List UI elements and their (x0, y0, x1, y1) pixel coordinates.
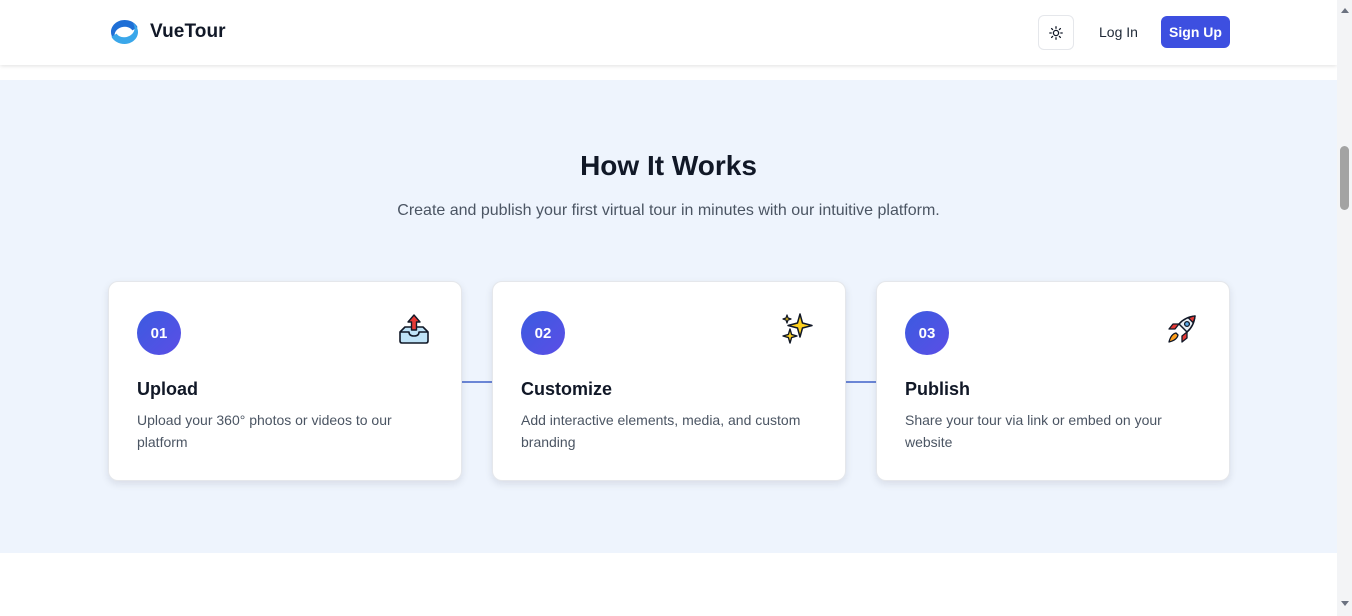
theme-toggle-button[interactable] (1038, 15, 1074, 50)
step-description: Upload your 360° photos or videos to our… (137, 412, 392, 450)
rocket-icon (1168, 315, 1196, 343)
step-connector-line (462, 381, 493, 383)
step-card-upload: 01 Upload Upload your 360° photos or vid… (108, 281, 462, 481)
signup-button[interactable]: Sign Up (1161, 16, 1230, 48)
step-title: Publish (905, 379, 971, 399)
step-card-publish: 03 Publish Share your tour via link or e… (876, 281, 1230, 481)
step-description: Share your tour via link or embed on you… (905, 412, 1162, 450)
inbox-tray-upload-icon (399, 314, 429, 344)
sun-icon (1049, 25, 1063, 40)
step-number-badge: 03 (905, 311, 949, 355)
vertical-scrollbar[interactable] (1337, 0, 1352, 616)
login-button[interactable]: Log In (1088, 16, 1149, 48)
vuetour-logo-icon (111, 20, 138, 44)
site-header: VueTour Log In Sign Up (0, 0, 1337, 65)
step-description: Add interactive elements, media, and cus… (521, 412, 801, 450)
step-card-customize: 02 Customize Add interactive elements, m… (492, 281, 846, 481)
brand-name: VueTour (150, 21, 226, 42)
section-subtitle: Create and publish your first virtual to… (397, 202, 940, 219)
step-number-badge: 01 (137, 311, 181, 355)
section-title: How It Works (580, 150, 757, 181)
scrollbar-thumb[interactable] (1340, 146, 1349, 210)
page: VueTour Log In Sign Up How It Works Crea… (0, 0, 1337, 616)
sparkles-icon (782, 313, 813, 344)
step-title: Upload (137, 379, 198, 399)
brand-link[interactable]: VueTour (108, 18, 226, 46)
step-title: Customize (521, 379, 613, 399)
scroll-up-arrow-icon[interactable] (1341, 8, 1349, 13)
step-number-badge: 02 (521, 311, 565, 355)
how-it-works-section: How It Works Create and publish your fir… (0, 80, 1337, 553)
scroll-down-arrow-icon[interactable] (1341, 601, 1349, 606)
step-connector-line (846, 381, 877, 383)
